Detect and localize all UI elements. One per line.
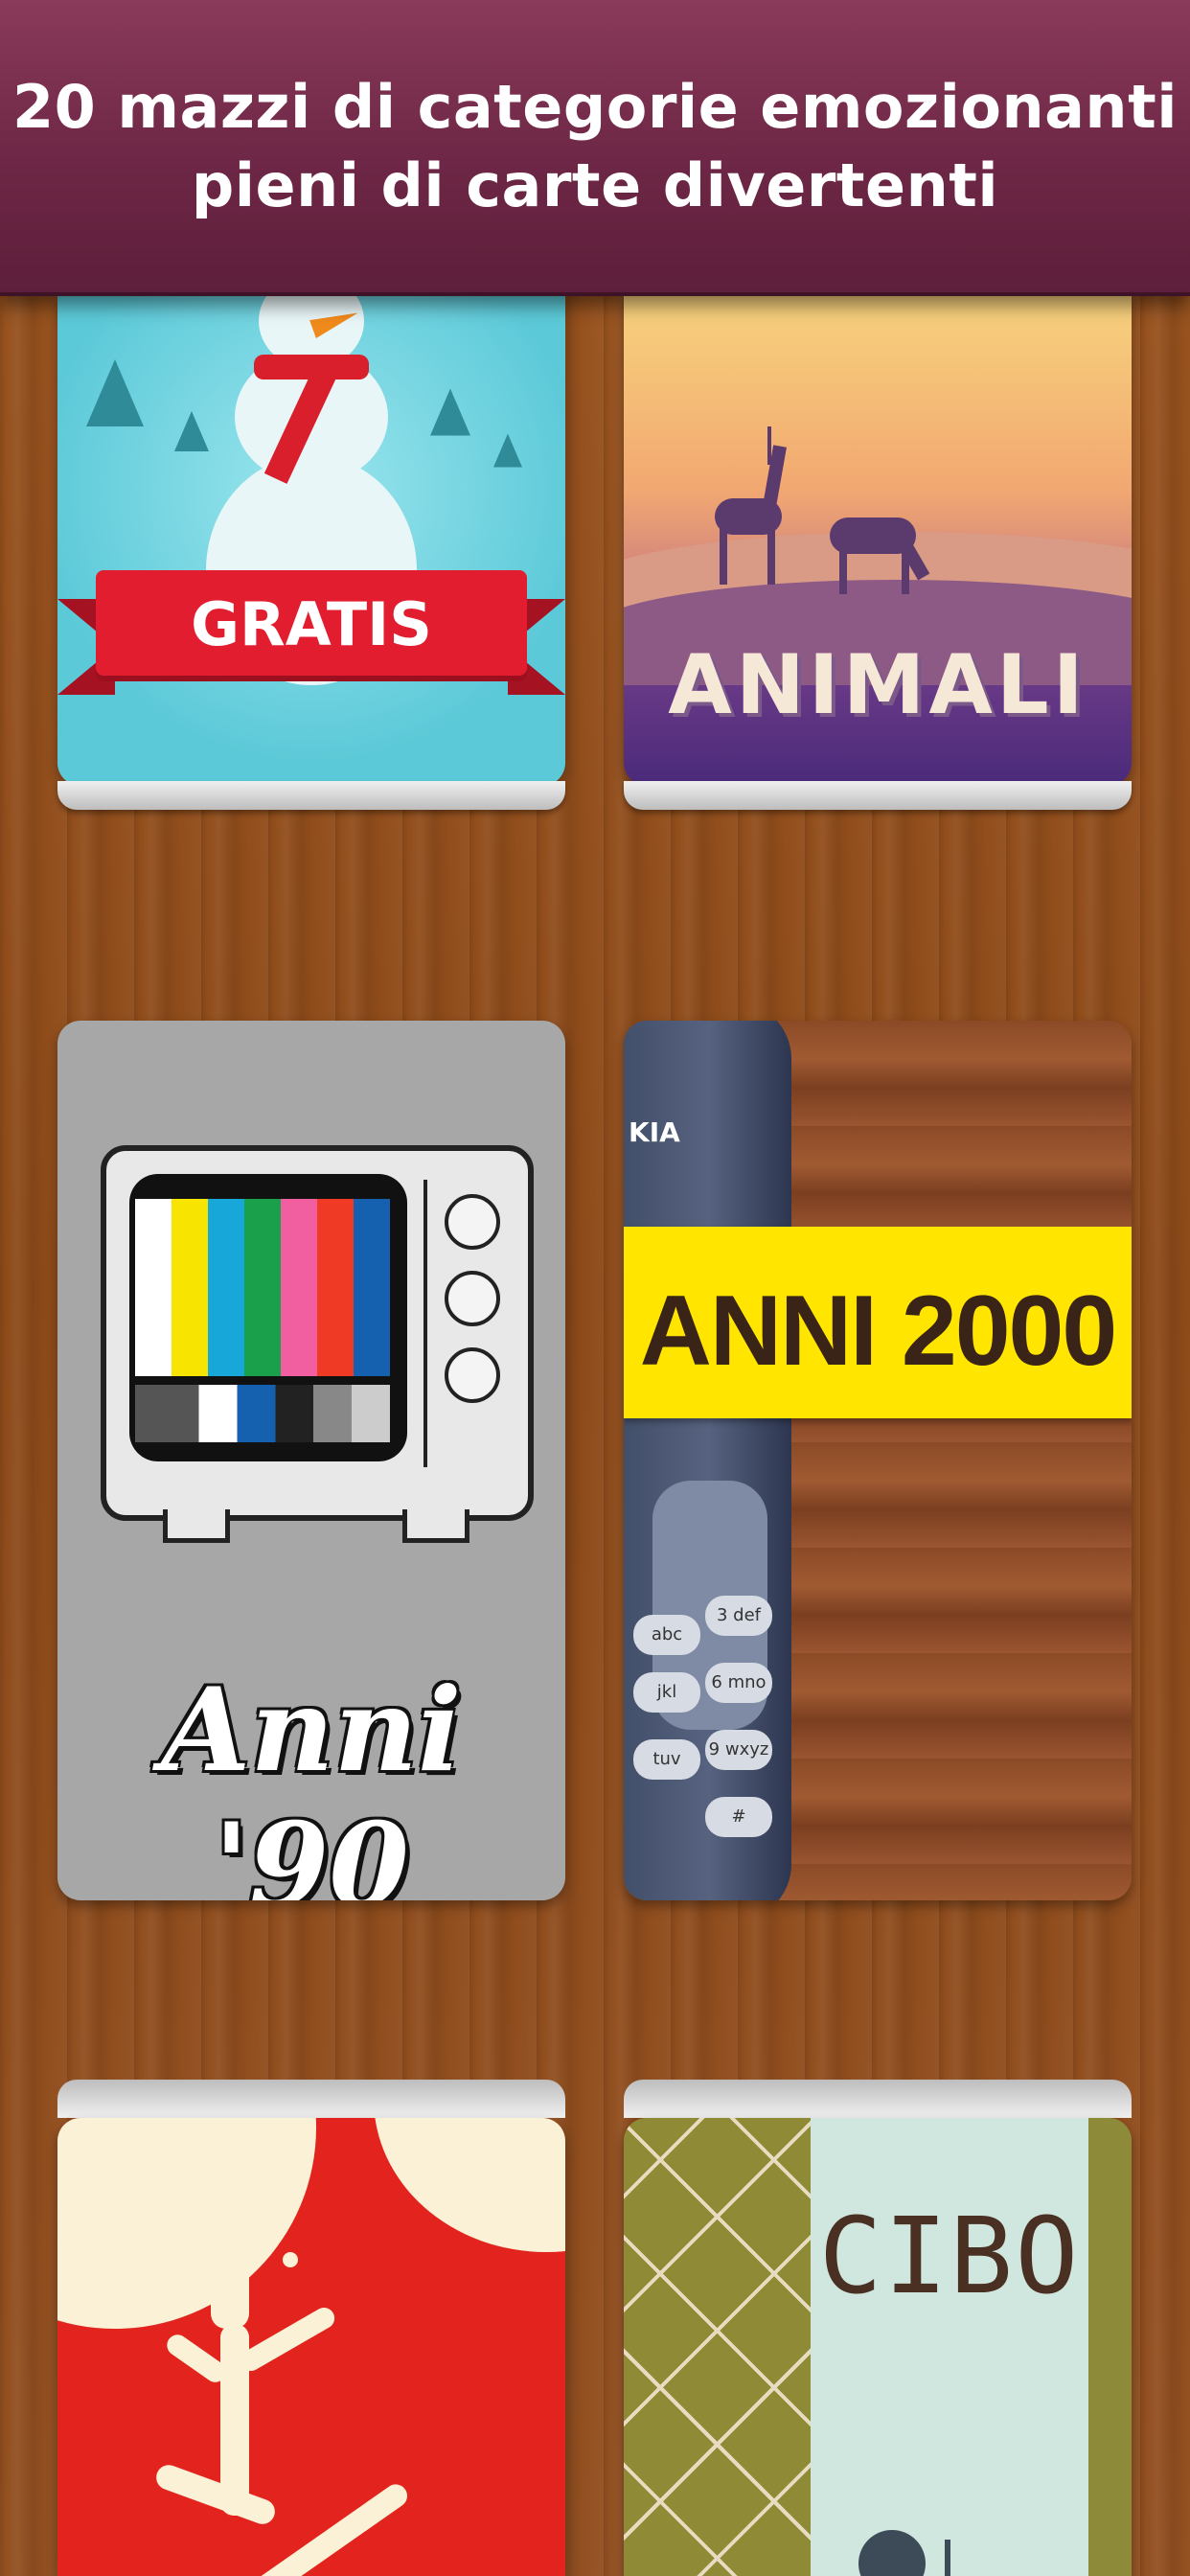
tree-icon: [86, 359, 144, 426]
deck-label-animali: ANIMALI: [668, 637, 1087, 733]
deck-card-anni-2000[interactable]: KIA abc 3 def jkl 6 mno tuv 9 wxyz # ANN…: [624, 1021, 1132, 1900]
deck-label-anni-2000: ANNI 2000: [639, 1276, 1117, 1387]
header-banner: 20 mazzi di categorie emozionanti pieni …: [0, 0, 1190, 296]
deck-label-gratis: GRATIS: [191, 589, 432, 659]
deck-label-anni-90: Anni '90: [161, 1663, 462, 1900]
tv-icon: [101, 1145, 534, 1521]
header-title-line-2: pieni di carte divertenti: [191, 150, 999, 220]
deck-card-anni-90[interactable]: Anni '90: [57, 1021, 565, 1900]
header-title-line-1: 20 mazzi di categorie emozionanti: [12, 71, 1178, 142]
deck-card-juggler[interactable]: [57, 2118, 565, 2576]
deck-base: [624, 2080, 1132, 2118]
tree-icon: [430, 388, 470, 436]
deck-card-gratis[interactable]: GRATIS: [57, 292, 565, 786]
food-pattern: [624, 2118, 811, 2576]
tree-icon: [493, 433, 522, 468]
deck-base: [624, 781, 1132, 810]
deck-base: [57, 2080, 565, 2118]
tree-icon: [174, 411, 209, 451]
fork-icon: [945, 2540, 950, 2576]
mobile-phone-icon: KIA abc 3 def jkl 6 mno tuv 9 wxyz #: [624, 1021, 791, 1900]
phone-brand: KIA: [629, 1116, 680, 1148]
deck-card-animali[interactable]: ANIMALI: [624, 292, 1132, 786]
deck-base: [57, 781, 565, 810]
deck-card-cibo[interactable]: CIBO: [624, 2118, 1132, 2576]
deck-label-cibo: CIBO: [818, 2195, 1081, 2317]
